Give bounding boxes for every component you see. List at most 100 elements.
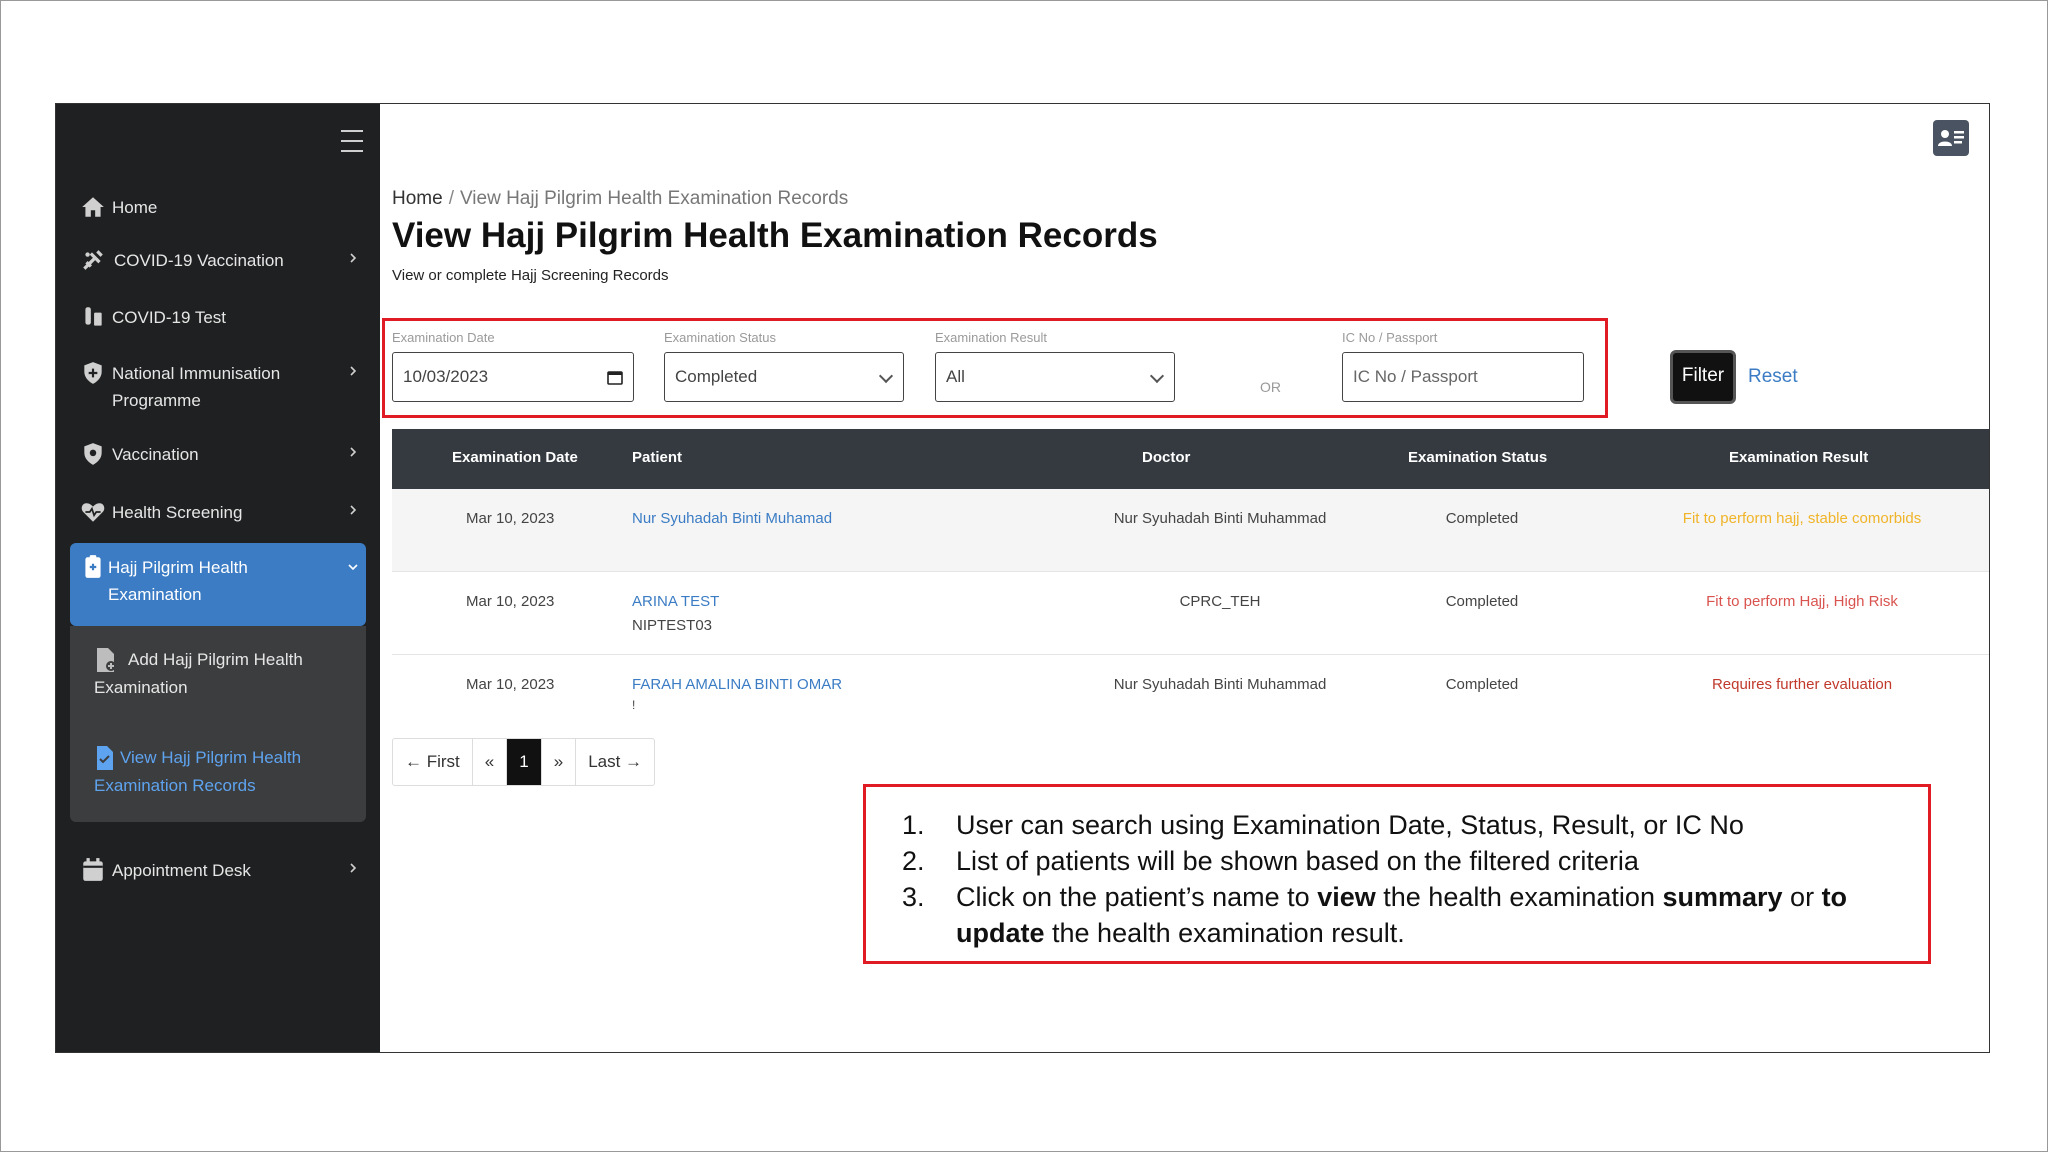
page-title: View Hajj Pilgrim Health Examination Rec… [392,216,1158,255]
date-filter-input[interactable]: 10/03/2023 [392,352,634,402]
sidebar-item-national-immunisation[interactable]: National Immunisation Programme [70,360,366,416]
pagination: ← First « 1 » Last → [392,738,656,786]
pagination-next[interactable]: » [542,739,577,785]
patient-name-link[interactable]: ARINA TEST [632,590,719,614]
row-result: Fit to perform hajj, stable comorbids [1682,510,1922,527]
patient-id: NIPTEST03 [632,617,713,634]
instruction-text: List of patients will be shown based on … [956,846,1639,876]
test-tube-icon [85,307,102,326]
instruction-emphasis-view: view [1317,882,1376,912]
sidebar-item-covid-vaccination[interactable]: COVID-19 Vaccination [70,247,366,275]
status-filter-select[interactable]: Completed [664,352,904,402]
status-value: Completed [675,367,758,386]
sidebar-item-home[interactable]: Home [70,194,366,222]
instruction-item: 3. Click on the patient’s name to view th… [902,879,1892,951]
patient-name-link[interactable]: FARAH AMALINA BINTI OMAR [632,673,842,697]
shield-plus-icon [84,362,102,384]
instruction-item: 2. List of patients will be shown based o… [902,843,1892,879]
instruction-text-c: the health examination [1375,882,1663,912]
col-patient: Patient [632,449,683,466]
sidebar-item-hajj[interactable]: Hajj Pilgrim Health Examination [70,554,366,610]
table-row: Mar 10, 2023 ARINA TEST NIPTEST03 CPRC_T… [392,572,1989,655]
page-subtitle: View or complete Hajj Screening Records [392,267,669,284]
patient-id: ! [632,698,636,712]
chevron-right-icon [350,253,357,263]
records-table: Examination Date Patient Doctor Examinat… [392,429,1989,738]
row-doctor: Nur Syuhadah Binti Muhammad [1113,510,1327,527]
row-status: Completed [1445,510,1519,527]
row-date: Mar 10, 2023 [466,676,555,693]
row-doctor: CPRC_TEH [1179,593,1261,610]
breadcrumb-current: View Hajj Pilgrim Health Examination Rec… [459,188,849,209]
sidebar-item-health-screening[interactable]: Health Screening [70,499,366,527]
instruction-emphasis-summary: summary [1662,882,1783,912]
chevron-right-icon [350,366,357,376]
shield-icon [84,443,102,465]
sidebar-item-label: COVID-19 Vaccination [114,251,284,270]
reset-link[interactable]: Reset [1748,366,1798,388]
sidebar-item-label: Health Screening [112,503,243,522]
sidebar-item-appointment-desk[interactable]: Appointment Desk [70,857,366,885]
patient-name-link[interactable]: Nur Syuhadah Binti Muhamad [632,507,832,531]
instruction-item: 1. User can search using Examination Date… [902,807,1892,843]
ic-placeholder: IC No / Passport [1353,367,1478,386]
calendar-icon[interactable] [607,369,623,385]
or-divider: OR [1260,379,1281,395]
col-exam-status: Examination Status [1408,449,1548,466]
submenu-add-hajj-exam[interactable]: Add Hajj Pilgrim Health Examination [94,646,344,702]
instructions-callout: 1. User can search using Examination Date… [863,784,1931,964]
chevron-right-icon [350,447,357,457]
ic-passport-input[interactable]: IC No / Passport [1342,352,1584,402]
row-date: Mar 10, 2023 [466,593,555,610]
file-view-icon [97,746,113,770]
instruction-number: 2. [902,846,925,876]
chevron-down-icon [348,564,358,571]
sidebar-item-label: Home [112,198,158,217]
submenu-label: Add Hajj Pilgrim Health Examination [94,650,303,697]
pagination-first[interactable]: ← First [393,739,473,785]
row-doctor: Nur Syuhadah Binti Muhammad [1113,676,1327,693]
sidebar-item-label: Vaccination [112,445,199,464]
table-body: Mar 10, 2023 Nur Syuhadah Binti Muhamad … [392,489,1989,738]
sidebar: Home COVID-19 Vaccination COVID-19 Test … [56,104,380,1052]
sidebar-item-label: National Immunisation Programme [112,364,281,410]
date-filter-label: Examination Date [392,330,495,345]
sidebar-item-vaccination[interactable]: Vaccination [70,441,366,469]
sidebar-item-covid-test[interactable]: COVID-19 Test [70,304,366,332]
instructions-list: 1. User can search using Examination Date… [902,807,1892,951]
menu-toggle-icon[interactable] [341,130,363,154]
pagination-current-page[interactable]: 1 [507,739,542,785]
sidebar-submenu: Add Hajj Pilgrim Health Examination View… [70,626,366,822]
breadcrumb: Home / View Hajj Pilgrim Health Examinatio… [392,188,848,210]
result-filter-select[interactable]: All [935,352,1175,402]
profile-card-icon[interactable] [1933,120,1969,156]
col-exam-date: Examination Date [452,449,578,466]
chevron-right-icon [350,505,357,515]
row-result: Requires further evaluation [1711,676,1893,693]
clipboard-icon [85,555,101,578]
pagination-prev[interactable]: « [473,739,508,785]
heart-pulse-icon [81,503,105,522]
col-doctor: Doctor [1142,449,1191,466]
sidebar-item-label: Hajj Pilgrim Health Examination [108,558,248,604]
filter-button[interactable]: Filter [1670,350,1736,404]
pagination-last[interactable]: Last → [576,739,654,785]
table-header: Examination Date Patient Doctor Examinat… [392,429,1989,489]
table-row: Mar 10, 2023 FARAH AMALINA BINTI OMAR ! … [392,655,1989,738]
home-icon [82,197,104,217]
breadcrumb-home[interactable]: Home [392,188,443,209]
col-exam-result: Examination Result [1729,449,1869,466]
submenu-view-hajj-records[interactable]: View Hajj Pilgrim Health Examination Rec… [94,744,344,800]
row-result: Fit to perform Hajj, High Risk [1706,593,1898,610]
instruction-number: 3. [902,882,925,912]
result-value: All [946,367,965,386]
instruction-number: 1. [902,810,925,840]
row-date: Mar 10, 2023 [466,510,555,527]
file-add-icon [97,648,116,672]
date-value: 10/03/2023 [403,367,489,386]
syringe-icon [83,250,103,270]
breadcrumb-separator: / [448,188,454,209]
row-status: Completed [1445,676,1519,693]
table-row: Mar 10, 2023 Nur Syuhadah Binti Muhamad … [392,489,1989,572]
instruction-text-a: Click on the patient’s name to [956,882,1318,912]
